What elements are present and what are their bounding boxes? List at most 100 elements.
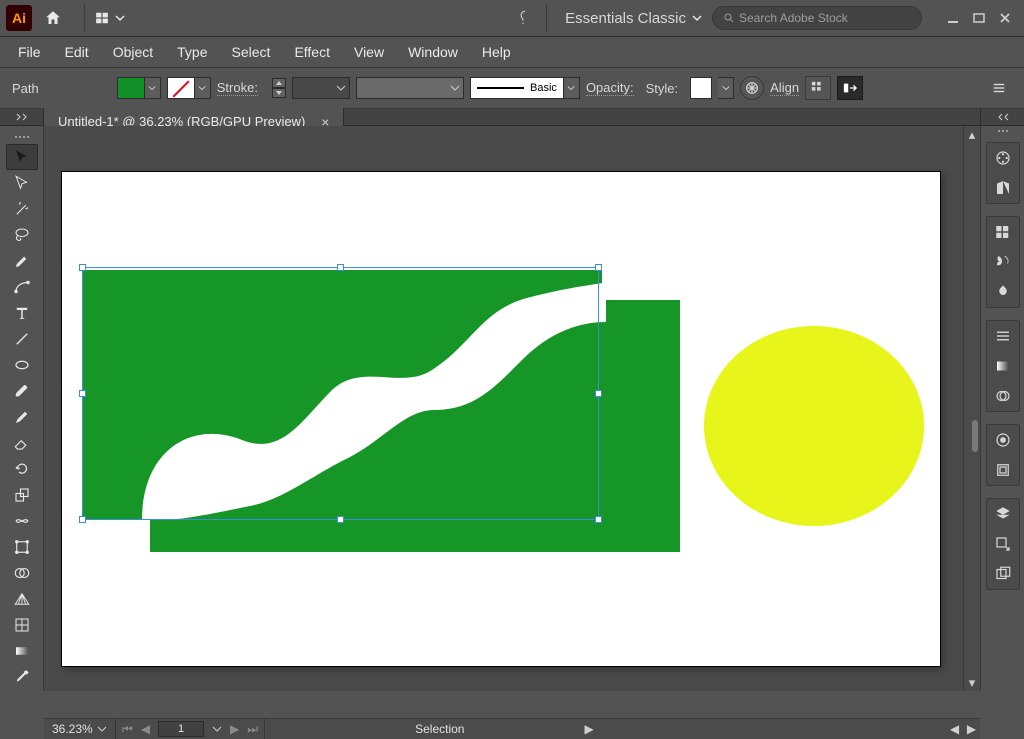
menu-window[interactable]: Window [396,38,470,66]
type-tool[interactable] [6,300,38,326]
gradient-panel-button[interactable] [987,351,1019,381]
menu-type[interactable]: Type [165,38,219,66]
transform-panel-button[interactable] [837,76,863,100]
align-panel-button[interactable] [805,76,831,100]
line-segment-tool[interactable] [6,326,38,352]
ellipse-tool[interactable] [6,352,38,378]
asset-export-panel-button[interactable] [987,529,1019,559]
control-panel-menu[interactable] [986,76,1012,100]
rotate-tool[interactable] [6,456,38,482]
color-guide-panel-button[interactable] [987,173,1019,203]
gradient-tool[interactable] [6,638,38,664]
swatches-panel-button[interactable] [987,217,1019,247]
graphic-styles-panel-button[interactable] [987,455,1019,485]
minimize-button[interactable] [940,7,966,29]
appearance-panel-button[interactable] [987,425,1019,455]
artboard-number-field[interactable]: 1 [158,721,204,737]
symbols-panel-button[interactable] [987,277,1019,307]
menu-object[interactable]: Object [101,38,165,66]
vertical-scrollbar[interactable]: ▴ ▾ [963,126,980,691]
direct-selection-tool[interactable] [6,170,38,196]
shape-builder-tool[interactable] [6,560,38,586]
stroke-swatch-dropdown[interactable] [195,77,211,99]
home-button[interactable] [40,5,66,31]
fill-swatch[interactable] [117,77,145,99]
toolbox-expand-toggle[interactable] [0,109,44,125]
search-help-icon[interactable] [512,6,538,30]
workspace-switcher[interactable]: Essentials Classic [555,4,712,32]
arrange-documents-button[interactable] [93,5,125,31]
brush-definition[interactable]: Basic [470,77,580,99]
prev-artboard-button[interactable]: ◀ [141,722,150,736]
scroll-left-button[interactable]: ◀ [946,722,963,736]
eyedropper-tool[interactable] [6,664,38,690]
width-tool[interactable] [6,508,38,534]
graphic-style-swatch[interactable] [690,77,712,99]
zoom-field[interactable]: 36.23% [44,719,116,739]
close-button[interactable] [992,7,1018,29]
align-label[interactable]: Align [770,80,799,96]
artboard-dropdown[interactable] [212,724,222,734]
color-panel-button[interactable] [987,143,1019,173]
mesh-tool[interactable] [6,612,38,638]
maximize-button[interactable] [966,7,992,29]
toolbox-grip[interactable] [10,136,34,142]
layers-panel-button[interactable] [987,499,1019,529]
panel-grip[interactable] [991,130,1015,136]
rightpanels-expand-toggle[interactable] [980,109,1024,125]
menu-edit[interactable]: Edit [53,38,101,66]
scale-tool[interactable] [6,482,38,508]
stroke-swatch[interactable] [167,77,195,99]
scroll-up-button[interactable]: ▴ [964,126,980,143]
selection-handle-mr[interactable] [595,390,602,397]
stroke-panel-button[interactable] [987,321,1019,351]
paintbrush-tool[interactable] [6,378,38,404]
recolor-artwork-button[interactable] [740,76,764,100]
selection-tool[interactable] [6,144,38,170]
artboard[interactable] [62,172,940,666]
variable-width-profile[interactable] [356,77,464,99]
fill-swatch-dropdown[interactable] [145,77,161,99]
selection-handle-ml[interactable] [79,390,86,397]
menu-effect[interactable]: Effect [282,38,342,66]
artboards-panel-button[interactable] [987,559,1019,589]
status-current-tool: Selection [415,722,464,736]
scroll-right-button[interactable]: ▶ [963,722,980,736]
stock-search-field[interactable]: Search Adobe Stock [712,6,922,30]
lasso-tool[interactable] [6,222,38,248]
selection-handle-tl[interactable] [79,264,86,271]
brush-dropdown[interactable] [564,77,580,99]
pencil-tool[interactable] [6,404,38,430]
perspective-grid-tool[interactable] [6,586,38,612]
status-menu-button[interactable]: ▶ [584,722,593,736]
selection-handle-br[interactable] [595,516,602,523]
pen-tool[interactable] [6,248,38,274]
magic-wand-tool[interactable] [6,196,38,222]
selection-handle-bm[interactable] [337,516,344,523]
brushes-panel-button[interactable] [987,247,1019,277]
selection-handle-tr[interactable] [595,264,602,271]
opacity-label[interactable]: Opacity: [586,80,634,96]
menu-view[interactable]: View [342,38,396,66]
canvas-area[interactable]: ▴ ▾ [44,126,980,691]
eraser-tool[interactable] [6,430,38,456]
curvature-tool[interactable] [6,274,38,300]
selection-bounding-box[interactable] [82,267,599,520]
last-artboard-button[interactable]: ⏭ [247,722,258,737]
selection-handle-tm[interactable] [337,264,344,271]
menu-help[interactable]: Help [470,38,523,66]
scroll-down-button[interactable]: ▾ [964,674,980,691]
next-artboard-button[interactable]: ▶ [230,722,239,736]
menu-select[interactable]: Select [220,38,283,66]
transparency-panel-button[interactable] [987,381,1019,411]
free-transform-tool[interactable] [6,534,38,560]
graphic-style-dropdown[interactable] [718,77,734,99]
menu-file[interactable]: File [6,38,53,66]
shape-yellow-ellipse[interactable] [704,326,924,526]
panel-scroll-thumb[interactable] [972,420,978,452]
stroke-weight-field[interactable] [292,77,350,99]
selection-handle-bl[interactable] [79,516,86,523]
stroke-weight-spinner[interactable] [272,78,286,98]
first-artboard-button[interactable]: ⏮ [122,722,133,737]
stroke-label[interactable]: Stroke: [217,80,258,96]
